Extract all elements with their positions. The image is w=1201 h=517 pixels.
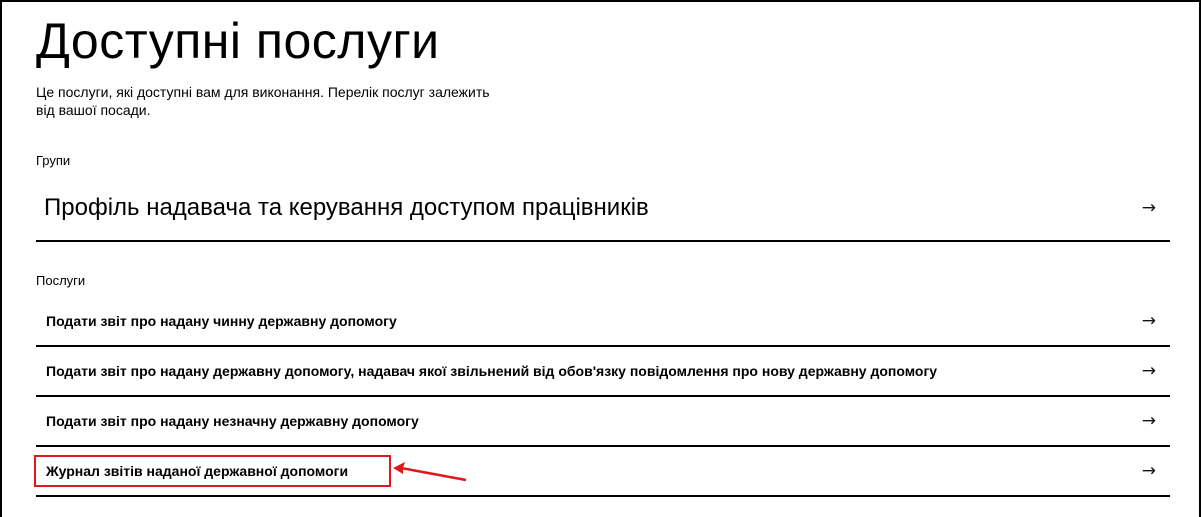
service-item-label: Подати звіт про надану державну допомогу…: [46, 363, 938, 379]
arrow-right-icon: →: [1141, 411, 1156, 431]
arrow-right-icon: →: [1141, 461, 1156, 481]
service-item-label: Журнал звітів наданої державної допомоги: [46, 463, 349, 479]
service-item-report-minor-aid[interactable]: Подати звіт про надану незначну державну…: [36, 397, 1170, 447]
page-title: Доступні послуги: [36, 13, 440, 69]
services-section-label: Послуги: [36, 273, 86, 288]
service-item-report-exempt-aid[interactable]: Подати звіт про надану державну допомогу…: [36, 347, 1170, 397]
service-item-reports-journal[interactable]: Журнал звітів наданої державної допомоги…: [34, 447, 1170, 497]
service-item-report-current-aid[interactable]: Подати звіт про надану чинну державну до…: [36, 297, 1170, 347]
page-description: Це послуги, які доступні вам для виконан…: [36, 84, 490, 118]
groups-section-label: Групи: [36, 153, 71, 168]
arrow-right-icon: →: [1141, 311, 1156, 331]
group-item-label: Профіль надавача та керування доступом п…: [44, 194, 649, 221]
arrow-right-icon: →: [1141, 198, 1156, 218]
annotation-arrow-icon: [393, 462, 467, 482]
service-item-label: Подати звіт про надану незначну державну…: [46, 413, 419, 429]
arrow-right-icon: →: [1141, 361, 1156, 381]
group-item-provider-profile[interactable]: Профіль надавача та керування доступом п…: [36, 176, 1170, 242]
service-item-label: Подати звіт про надану чинну державну до…: [46, 313, 397, 329]
